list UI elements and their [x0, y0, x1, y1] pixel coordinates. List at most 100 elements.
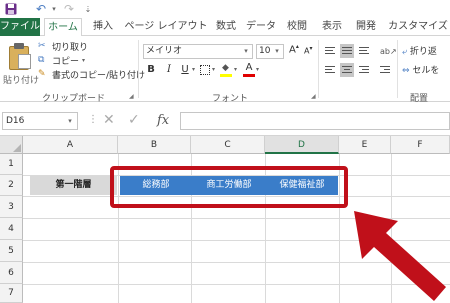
group-divider: [397, 40, 398, 98]
name-box-value: D16: [6, 116, 25, 126]
merge-cells-icon: ⇔: [402, 66, 410, 76]
tab-insert[interactable]: 挿入: [86, 18, 120, 36]
row-header-2[interactable]: 2: [0, 175, 23, 196]
copy-icon: ⧉: [38, 55, 45, 65]
tab-developer[interactable]: 開発: [352, 18, 380, 36]
grow-font-button[interactable]: A▴: [289, 43, 299, 55]
wrap-text-icon: ⤶: [402, 47, 408, 57]
font-color-bar: [243, 74, 255, 77]
enter-icon[interactable]: ✓: [128, 112, 140, 128]
copy-label: コピー: [52, 56, 80, 67]
align-top-icon[interactable]: [323, 44, 337, 58]
row-header-3[interactable]: 3: [0, 196, 23, 218]
wrap-text-label: 折り返: [409, 47, 437, 57]
cut-button[interactable]: ✂ 切り取り: [38, 40, 89, 53]
tab-home[interactable]: ホーム: [44, 18, 82, 37]
bold-button[interactable]: B: [144, 63, 158, 77]
align-right-icon[interactable]: [357, 63, 371, 77]
cancel-icon[interactable]: ✕: [103, 112, 115, 128]
chevron-down-icon: ▾: [68, 117, 72, 125]
select-all-corner[interactable]: [0, 136, 23, 154]
dialog-launcher-icon[interactable]: ◢: [311, 93, 316, 100]
font-color-letter: A: [245, 62, 253, 73]
tab-customize[interactable]: カスタマイズ: [386, 18, 450, 36]
tab-data[interactable]: データ: [244, 18, 278, 36]
tab-file[interactable]: ファイル: [0, 18, 40, 36]
row-header-1[interactable]: 1: [0, 154, 23, 175]
borders-icon[interactable]: [200, 65, 210, 75]
page-icon: [18, 54, 31, 69]
pointer-arrow-icon: [354, 211, 446, 301]
merge-center-label: セルを: [412, 66, 440, 76]
formula-input[interactable]: [180, 112, 450, 130]
redo-icon[interactable]: ↷: [62, 2, 76, 16]
align-bottom-icon[interactable]: [357, 44, 371, 58]
column-header-d[interactable]: D: [265, 136, 339, 154]
chevron-down-icon: ▾: [82, 56, 86, 64]
column-header-f[interactable]: F: [391, 136, 450, 154]
brush-icon: ✎: [38, 69, 46, 79]
row-header-4[interactable]: 4: [0, 218, 23, 240]
underline-button[interactable]: U: [178, 63, 192, 77]
column-header-c[interactable]: C: [191, 136, 265, 154]
ribbon-tabs: ファイル ホーム 挿入 ページ レイアウト 数式 データ 校閲 表示 開発 カス…: [0, 18, 450, 37]
scissors-icon: ✂: [38, 41, 46, 51]
group-divider: [318, 40, 319, 98]
chevron-down-icon[interactable]: ▾: [50, 2, 58, 16]
insert-function-icon[interactable]: fx: [157, 113, 169, 128]
italic-button[interactable]: I: [162, 63, 176, 77]
customize-qat-icon[interactable]: ⇣: [82, 2, 94, 16]
paste-button[interactable]: 貼り付け: [2, 40, 40, 88]
row-header-6[interactable]: 6: [0, 262, 23, 284]
fill-color-icon[interactable]: ◆: [220, 62, 232, 77]
undo-icon[interactable]: ↶: [32, 2, 50, 16]
font-name-select[interactable]: メイリオ ▾: [143, 44, 253, 59]
tab-page-layout[interactable]: ページ レイアウト: [124, 18, 208, 36]
chevron-down-icon: ▾: [275, 47, 279, 55]
increase-indent-icon[interactable]: [378, 63, 392, 77]
font-size-select[interactable]: 10 ▾: [256, 44, 284, 59]
dialog-launcher-icon[interactable]: ◢: [129, 93, 134, 100]
paste-label: 貼り付け: [3, 76, 40, 86]
align-middle-icon[interactable]: [340, 44, 354, 58]
rotate-text-icon: ab↗: [380, 47, 397, 56]
align-center-icon[interactable]: [340, 63, 354, 77]
font-color-icon[interactable]: A: [243, 62, 255, 77]
cell-a2[interactable]: 第一階層: [30, 176, 117, 195]
grow-font-label: A: [289, 44, 296, 56]
font-name-value: メイリオ: [146, 46, 183, 56]
clip-icon: [14, 43, 24, 49]
format-painter-button[interactable]: ✎ 書式のコピー/貼り付け: [38, 68, 146, 81]
chevron-down-icon[interactable]: ▾: [256, 63, 259, 77]
chevron-down-icon[interactable]: ▾: [192, 63, 195, 77]
chevron-down-icon: ▾: [244, 47, 248, 55]
column-header-b[interactable]: B: [118, 136, 191, 154]
column-header-e[interactable]: E: [339, 136, 391, 154]
tab-formulas[interactable]: 数式: [212, 18, 240, 36]
name-box[interactable]: D16 ▾: [2, 112, 78, 130]
shrink-font-button[interactable]: A▾: [304, 45, 313, 56]
more-options-icon[interactable]: ⋮: [88, 114, 98, 125]
tab-review[interactable]: 校閲: [282, 18, 312, 36]
format-painter-label: 書式のコピー/貼り付け: [52, 70, 146, 81]
copy-button[interactable]: ⧉ コピー ▾: [38, 54, 86, 67]
group-divider: [138, 40, 139, 98]
wrap-text-button[interactable]: ⤶ 折り返: [402, 44, 437, 57]
font-size-value: 10: [259, 46, 271, 56]
fill-color-bar: [220, 74, 232, 77]
orientation-icon[interactable]: ab↗: [378, 44, 397, 58]
paint-bucket-icon: ◆: [222, 63, 229, 73]
tab-view[interactable]: 表示: [318, 18, 346, 36]
cut-label: 切り取り: [52, 42, 89, 53]
row-header-7[interactable]: 7: [0, 284, 23, 303]
align-left-icon[interactable]: [323, 63, 337, 77]
save-icon[interactable]: [4, 2, 18, 16]
merge-center-button[interactable]: ⇔ セルを: [402, 63, 439, 76]
chevron-down-icon[interactable]: ▾: [212, 63, 215, 77]
row-header-5[interactable]: 5: [0, 240, 23, 262]
formula-bar: D16 ▾ ⋮ ✕ ✓ fx: [0, 102, 450, 136]
ribbon: 貼り付け ✂ 切り取り ⧉ コピー ▾ ✎ 書式のコピー/貼り付け クリップボー…: [0, 36, 450, 104]
chevron-down-icon[interactable]: ▾: [234, 63, 237, 77]
column-header-a[interactable]: A: [23, 136, 118, 154]
triangle-icon: [13, 144, 21, 152]
